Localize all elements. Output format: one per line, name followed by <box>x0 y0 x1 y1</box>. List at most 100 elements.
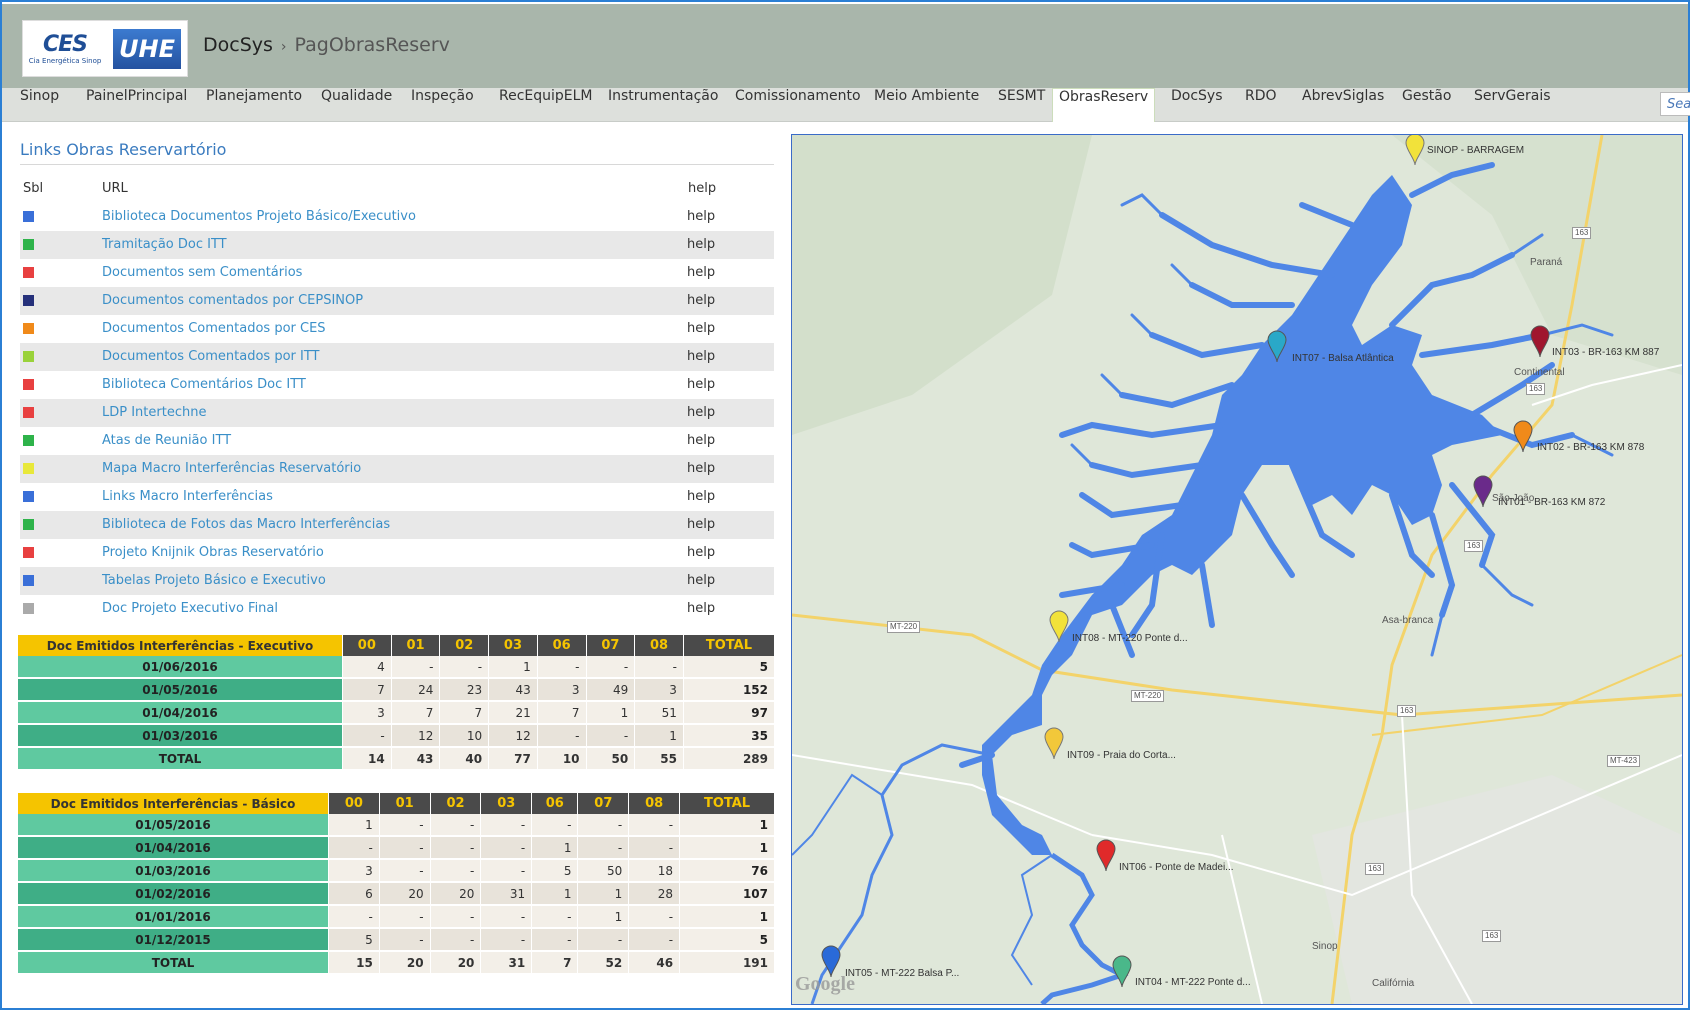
link-help[interactable]: help <box>687 455 715 483</box>
row-date[interactable]: 01/05/2016 <box>18 814 328 837</box>
map-pin-label[interactable]: INT09 - Praia do Corta... <box>1067 750 1176 761</box>
cell-value: 3 <box>635 679 683 702</box>
search-input[interactable]: Search <box>1660 92 1690 116</box>
link-url[interactable]: Biblioteca Comentários Doc ITT <box>102 371 306 399</box>
table-row: 01/03/2016-12 10 12- -1 35 <box>18 725 774 748</box>
nav-item-sesmt[interactable]: SESMT <box>998 88 1045 121</box>
breadcrumb-root[interactable]: DocSys <box>203 34 273 56</box>
link-help[interactable]: help <box>687 343 715 371</box>
total-value: 31 <box>481 952 532 975</box>
link-row: Atas de Reunião ITT help <box>20 427 774 455</box>
exec-docs-table: Doc Emitidos Interferências - Executivo 0… <box>17 635 775 771</box>
link-url[interactable]: Doc Projeto Executivo Final <box>102 595 278 623</box>
link-symbol-icon <box>23 295 34 306</box>
map-pin-label[interactable]: INT05 - MT-222 Balsa P... <box>845 968 959 979</box>
link-url[interactable]: Atas de Reunião ITT <box>102 427 231 455</box>
col-header-07: 07 <box>586 635 635 656</box>
table-row: 01/05/2016 1- - - - - -1 <box>18 814 774 837</box>
link-url[interactable]: Documentos Comentados por ITT <box>102 343 319 371</box>
total-value: 10 <box>537 748 586 771</box>
row-date[interactable]: 01/02/2016 <box>18 883 328 906</box>
map-pin-label[interactable]: INT02 - BR-163 KM 878 <box>1537 442 1644 453</box>
map-pin-label[interactable]: INT03 - BR-163 KM 887 <box>1552 347 1659 358</box>
cell-value: 23 <box>440 679 489 702</box>
nav-item-sinop[interactable]: Sinop <box>20 88 59 121</box>
nav-item-gestão[interactable]: Gestão <box>1402 88 1451 121</box>
link-help[interactable]: help <box>687 203 715 231</box>
reservoir-map[interactable]: SINOP - BARRAGEM INT07 - Balsa Atlântica I… <box>791 134 1683 1005</box>
row-date[interactable]: 01/05/2016 <box>18 679 342 702</box>
nav-item-qualidade[interactable]: Qualidade <box>321 88 392 121</box>
nav-item-inspeção[interactable]: Inspeção <box>411 88 474 121</box>
nav-item-abrevsiglas[interactable]: AbrevSiglas <box>1302 88 1384 121</box>
map-pin-label[interactable]: INT07 - Balsa Atlântica <box>1292 353 1394 364</box>
cell-value: 1 <box>578 883 629 906</box>
row-date[interactable]: 01/04/2016 <box>18 837 328 860</box>
cell-value: 31 <box>481 883 532 906</box>
total-value: 52 <box>578 952 629 975</box>
cell-value: 1 <box>532 837 578 860</box>
map-pin-label[interactable]: INT08 - MT-220 Ponte d... <box>1072 633 1188 644</box>
link-help[interactable]: help <box>687 399 715 427</box>
link-help[interactable]: help <box>687 595 715 623</box>
cell-value: 1 <box>680 837 774 860</box>
link-help[interactable]: help <box>687 483 715 511</box>
nav-item-painelprincipal[interactable]: PainelPrincipal <box>86 88 187 121</box>
row-date[interactable]: 01/01/2016 <box>18 906 328 929</box>
link-url[interactable]: Tramitação Doc ITT <box>102 231 227 259</box>
link-help[interactable]: help <box>687 231 715 259</box>
cell-value: - <box>440 656 489 679</box>
page-header: CES Cia Energética Sinop UHE DocSys › PagO… <box>2 4 1688 88</box>
map-pin-label[interactable]: INT06 - Ponte de Madei... <box>1119 862 1234 873</box>
nav-item-servgerais[interactable]: ServGerais <box>1474 88 1551 121</box>
row-date[interactable]: 01/12/2015 <box>18 929 328 952</box>
link-url[interactable]: Biblioteca de Fotos das Macro Interferên… <box>102 511 390 539</box>
row-date[interactable]: 01/03/2016 <box>18 860 328 883</box>
link-row: Mapa Macro Interferências Reservatório he… <box>20 455 774 483</box>
link-url[interactable]: Biblioteca Documentos Projeto Básico/Exe… <box>102 203 416 231</box>
table-row: 01/12/2015 5- - - - - -5 <box>18 929 774 952</box>
cell-value: - <box>578 814 629 837</box>
link-help[interactable]: help <box>687 567 715 595</box>
link-help[interactable]: help <box>687 315 715 343</box>
row-date[interactable]: 01/06/2016 <box>18 656 342 679</box>
cell-value: 43 <box>489 679 537 702</box>
link-url[interactable]: Documentos sem Comentários <box>102 259 302 287</box>
map-pin-label[interactable]: SINOP - BARRAGEM <box>1427 145 1524 156</box>
map-pin-label[interactable]: INT04 - MT-222 Ponte d... <box>1135 977 1251 988</box>
link-url[interactable]: Mapa Macro Interferências Reservatório <box>102 455 361 483</box>
link-help[interactable]: help <box>687 259 715 287</box>
total-value: 20 <box>379 952 430 975</box>
nav-item-recequipelm[interactable]: RecEquipELM <box>499 88 593 121</box>
uhe-logo: UHE <box>113 28 181 69</box>
nav-item-rdo[interactable]: RDO <box>1245 88 1277 121</box>
cell-value: 107 <box>680 883 774 906</box>
google-attribution: Google <box>795 973 855 995</box>
nav-item-obrasreserv[interactable]: ObrasReserv <box>1052 88 1156 122</box>
total-value: 7 <box>532 952 578 975</box>
row-date[interactable]: 01/04/2016 <box>18 702 342 725</box>
app-logo[interactable]: CES Cia Energética Sinop UHE <box>22 20 188 77</box>
cell-value: 6 <box>329 883 379 906</box>
cell-value: - <box>379 837 430 860</box>
link-help[interactable]: help <box>687 287 715 315</box>
link-symbol-icon <box>23 547 34 558</box>
link-url[interactable]: LDP Intertechne <box>102 399 206 427</box>
nav-item-planejamento[interactable]: Planejamento <box>206 88 302 121</box>
cell-value: 21 <box>489 702 537 725</box>
link-help[interactable]: help <box>687 427 715 455</box>
link-url[interactable]: Projeto Knijnik Obras Reservatório <box>102 539 324 567</box>
link-url[interactable]: Documentos comentados por CEPSINOP <box>102 287 363 315</box>
cell-value: - <box>430 860 481 883</box>
nav-item-meio-ambiente[interactable]: Meio Ambiente <box>874 88 979 121</box>
link-url[interactable]: Links Macro Interferências <box>102 483 273 511</box>
nav-item-docsys[interactable]: DocSys <box>1171 88 1223 121</box>
link-url[interactable]: Tabelas Projeto Básico e Executivo <box>102 567 326 595</box>
link-help[interactable]: help <box>687 511 715 539</box>
nav-item-instrumentação[interactable]: Instrumentação <box>608 88 718 121</box>
link-help[interactable]: help <box>687 539 715 567</box>
nav-item-comissionamento[interactable]: Comissionamento <box>735 88 861 121</box>
row-date[interactable]: 01/03/2016 <box>18 725 342 748</box>
link-url[interactable]: Documentos Comentados por CES <box>102 315 326 343</box>
link-help[interactable]: help <box>687 371 715 399</box>
